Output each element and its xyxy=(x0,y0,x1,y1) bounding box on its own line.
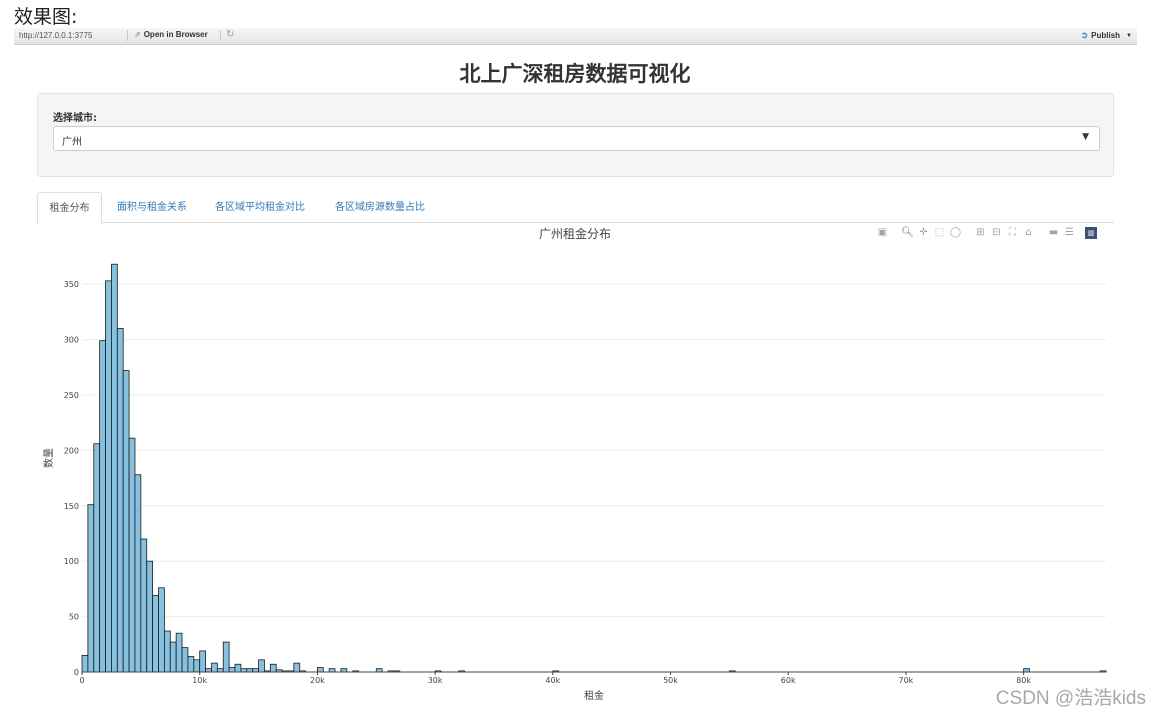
y-tick-label: 100 xyxy=(64,557,79,566)
histogram-bar[interactable] xyxy=(187,656,195,673)
x-tick-label: 30k xyxy=(428,676,443,685)
histogram-bar[interactable] xyxy=(87,504,95,673)
histogram-bar[interactable] xyxy=(111,263,118,673)
y-tick-label: 0 xyxy=(74,668,79,677)
y-tick-label: 150 xyxy=(64,502,79,511)
histogram-bar[interactable] xyxy=(234,663,242,673)
histogram-bar[interactable] xyxy=(128,437,136,673)
histogram-bar[interactable] xyxy=(317,667,324,673)
y-tick-label: 250 xyxy=(64,391,79,400)
histogram-bar[interactable] xyxy=(169,641,177,673)
histogram-bar[interactable] xyxy=(140,538,148,673)
x-tick-label: 70k xyxy=(899,676,914,685)
histogram-bar[interactable] xyxy=(152,595,159,673)
histogram-bar[interactable] xyxy=(99,340,106,673)
y-tick-label: 350 xyxy=(64,280,79,289)
x-tick-label: 20k xyxy=(310,676,325,685)
x-tick-label: 50k xyxy=(663,676,678,685)
grid-lines xyxy=(82,283,1106,618)
histogram-bar[interactable] xyxy=(228,667,236,673)
histogram-bar[interactable] xyxy=(122,370,130,673)
histogram-bar[interactable] xyxy=(181,647,189,673)
histogram-bar[interactable] xyxy=(258,659,265,673)
histogram-bar[interactable] xyxy=(269,663,277,673)
y-axis-label: 数量 xyxy=(42,448,55,468)
axes: 0 50 100 150 200 250 300 350 0 10k 20k 30k 40k 50k 60k… xyxy=(64,280,1106,685)
histogram-bar[interactable] xyxy=(105,280,112,673)
histogram-bar[interactable] xyxy=(158,587,165,673)
x-tick-label: 10k xyxy=(192,676,207,685)
x-tick-label: 0 xyxy=(79,676,84,685)
histogram-bar[interactable] xyxy=(163,630,171,673)
y-tick-label: 300 xyxy=(64,336,79,345)
histogram-bar[interactable] xyxy=(134,474,142,673)
x-axis-label: 租金 xyxy=(584,689,604,702)
histogram-bar[interactable] xyxy=(146,560,154,673)
histogram-bar[interactable] xyxy=(193,659,201,673)
watermark: CSDN @浩浩kids xyxy=(995,688,1146,709)
histogram-bar[interactable] xyxy=(93,443,101,673)
histogram-bar[interactable] xyxy=(81,654,89,673)
y-tick-label: 200 xyxy=(64,446,79,455)
histogram-bar[interactable] xyxy=(116,328,124,673)
rent-histogram: 0 50 100 150 200 250 300 350 0 10k 20k 30k 40k 50k 60k… xyxy=(42,263,1107,702)
histogram-bar[interactable] xyxy=(222,641,230,673)
x-tick-label: 60k xyxy=(781,676,796,685)
x-tick-label: 40k xyxy=(545,676,560,685)
histogram-bar[interactable] xyxy=(199,650,206,673)
histogram-bar[interactable] xyxy=(175,632,183,673)
histogram-bars xyxy=(81,263,1107,673)
histogram-bar[interactable] xyxy=(293,662,301,673)
y-tick-label: 50 xyxy=(69,613,79,622)
histogram-bar[interactable] xyxy=(211,662,218,673)
